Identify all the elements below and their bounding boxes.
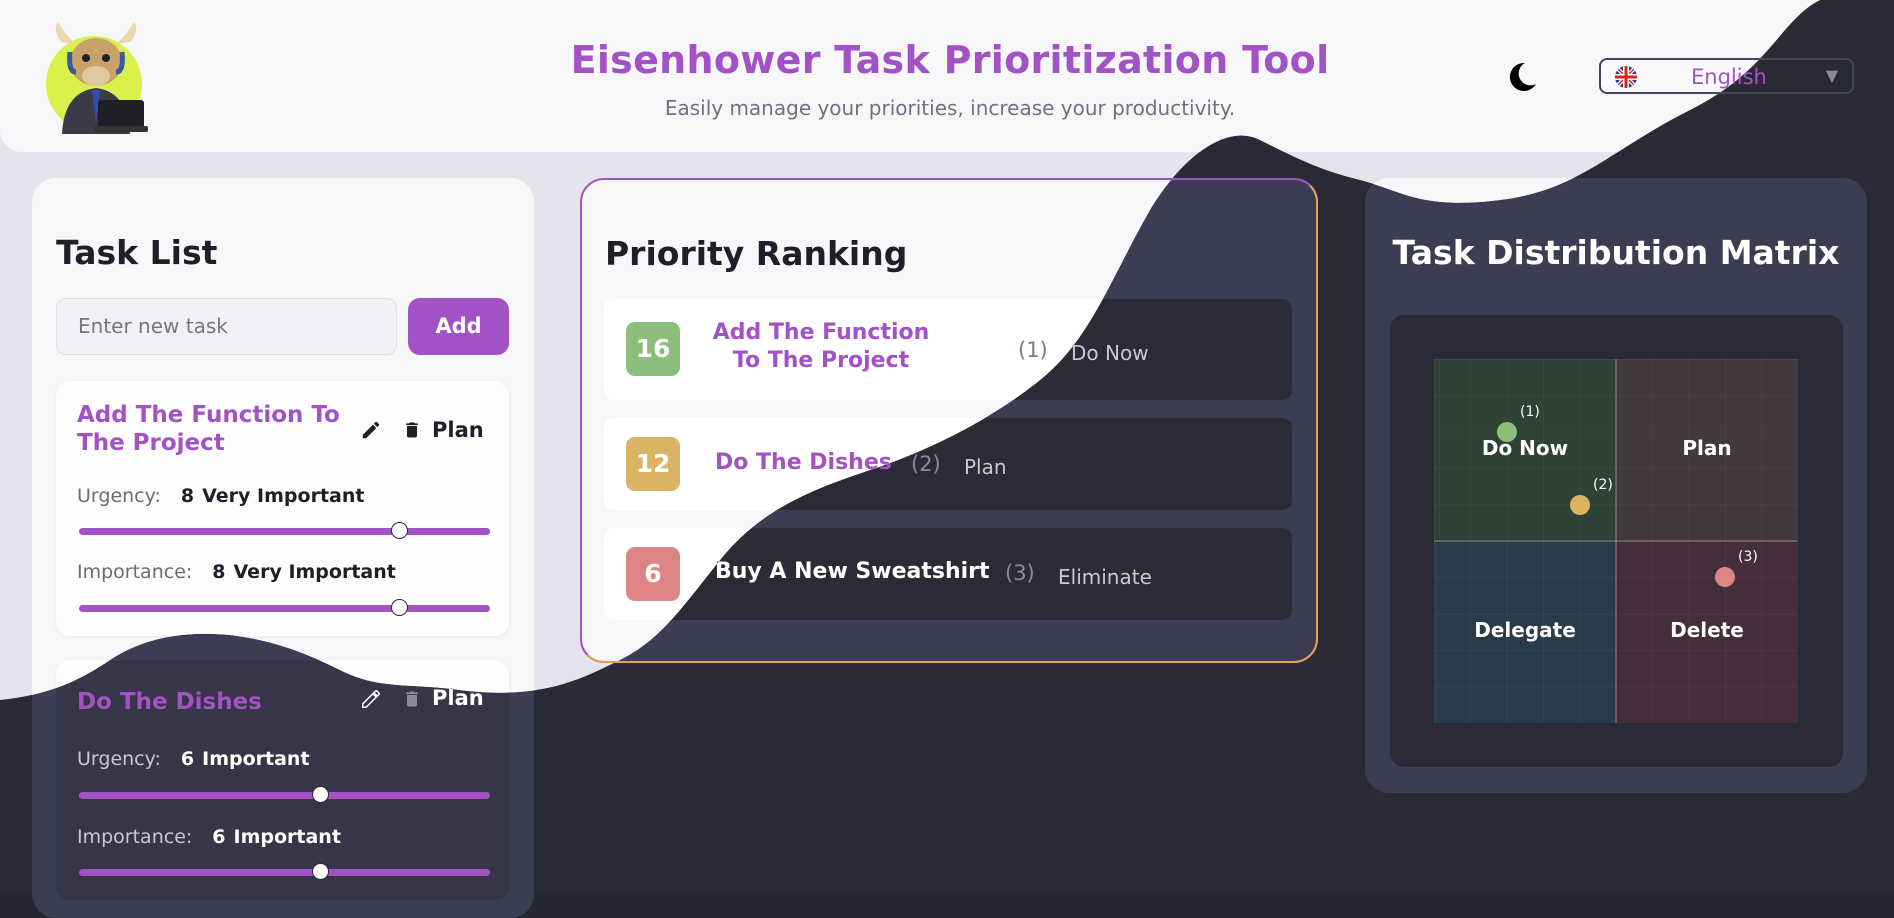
ranking-number: (2): [911, 452, 941, 476]
slider-thumb[interactable]: [391, 522, 408, 539]
urgency-description: Important: [202, 748, 310, 770]
slider-thumb[interactable]: [312, 863, 330, 880]
urgency-slider[interactable]: [79, 528, 490, 535]
trash-icon[interactable]: [402, 419, 422, 441]
importance-label: Importance:: [77, 826, 193, 848]
task-name: Do The Dishes: [77, 689, 262, 715]
task-name: Add The Function To The Project: [77, 402, 340, 456]
ranking-score: 6: [626, 547, 680, 601]
urgency-row: Urgency: 8 Very Important: [77, 485, 364, 507]
task-point-2[interactable]: [1570, 495, 1590, 515]
chevron-down-icon: ▼: [1825, 66, 1838, 85]
quadrant-label-plan: Plan: [1682, 436, 1731, 460]
ranking-task-name: Add The Function To The Project: [712, 320, 930, 373]
quadrant-label-delete: Delete: [1670, 618, 1744, 642]
moon-icon[interactable]: [1505, 60, 1539, 94]
new-task-input[interactable]: Enter new task: [56, 298, 397, 355]
uk-flag-icon: [1615, 66, 1637, 88]
importance-label: Importance:: [77, 561, 193, 583]
importance-value: 6: [212, 826, 226, 848]
ranking-score: 16: [626, 322, 680, 376]
urgency-value: 6: [180, 748, 195, 770]
pencil-icon[interactable]: [360, 688, 382, 710]
task-point-3[interactable]: [1715, 567, 1735, 587]
slider-thumb[interactable]: [312, 786, 330, 803]
urgency-description: Very Important: [202, 485, 365, 507]
urgency-label: Urgency:: [77, 485, 161, 507]
urgency-slider[interactable]: [79, 786, 490, 803]
task-distribution-heading: Task Distribution Matrix: [1392, 233, 1840, 272]
urgency-label: Urgency:: [77, 748, 161, 770]
task-point-2-label: (2): [1593, 477, 1613, 493]
importance-slider[interactable]: [79, 605, 490, 612]
task-point-3-label: (3): [1738, 549, 1758, 565]
quadrant-label-delegate: Delegate: [1474, 618, 1576, 642]
trash-icon[interactable]: [402, 688, 422, 710]
task-list-heading: Task List: [56, 233, 218, 272]
priority-ranking-heading: Priority Ranking: [605, 234, 908, 273]
importance-description: Very Important: [233, 561, 396, 583]
app-subtitle: Easily manage your priorities, increase …: [664, 96, 1236, 120]
importance-description: Important: [233, 826, 341, 848]
urgency-value: 8: [180, 485, 195, 507]
ranking-score: 12: [626, 437, 680, 491]
importance-value: 8: [212, 561, 226, 583]
pencil-icon[interactable]: [360, 419, 382, 441]
task-card: Add The Function To The Project Plan Urg…: [56, 381, 509, 636]
ranking-number: (3): [1005, 561, 1035, 585]
importance-row: Importance: 6 Important: [77, 826, 341, 848]
task-quadrant-label: Plan: [432, 418, 484, 442]
task-point-1-label: (1): [1520, 404, 1540, 420]
eisenhower-matrix: Do Now Plan Delegate Delete (1) (2) (3): [1434, 359, 1798, 723]
ranking-category: Plan: [964, 455, 1007, 479]
ranking-number: (1): [1018, 338, 1048, 362]
task-point-1[interactable]: [1497, 422, 1517, 442]
ranking-category: Do Now: [1071, 341, 1149, 365]
importance-slider[interactable]: [79, 863, 490, 880]
ranking-task-name: Buy A New Sweatshirt: [715, 559, 990, 584]
urgency-row: Urgency: 6 Important: [77, 748, 310, 770]
quadrant-label-do-now: Do Now: [1482, 436, 1568, 460]
slider-thumb[interactable]: [391, 599, 408, 616]
add-task-button[interactable]: Add: [408, 298, 509, 355]
importance-row: Importance: 8 Very Important: [77, 561, 396, 583]
ranking-category: Eliminate: [1058, 565, 1152, 589]
task-card: Do The Dishes Plan Urgency: 6 Important Im…: [56, 660, 509, 900]
